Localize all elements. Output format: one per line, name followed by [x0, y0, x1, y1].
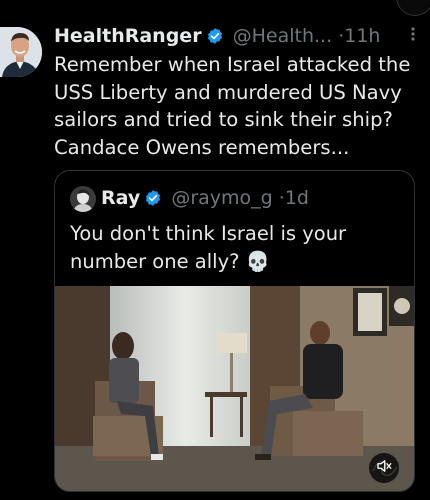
quote-text: You don't think Israel is your number on… — [70, 222, 347, 273]
verified-badge-icon — [144, 188, 162, 214]
verified-badge-icon — [206, 27, 224, 51]
video-player[interactable] — [55, 286, 414, 491]
quote-avatar-photo — [70, 186, 96, 212]
handle[interactable]: @Health... — [233, 25, 333, 47]
avatar-photo — [0, 27, 42, 77]
quote-header: Ray @raymo_g ·1d — [101, 185, 309, 214]
quoted-tweet[interactable]: Ray @raymo_g ·1d You don't think Israel … — [54, 170, 415, 492]
quote-avatar[interactable] — [70, 186, 96, 212]
quote-display-name[interactable]: Ray — [101, 187, 140, 209]
timestamp[interactable]: 11h — [344, 25, 380, 47]
previous-tweet-edge — [0, 0, 430, 16]
avatar[interactable] — [0, 27, 42, 77]
quote-timestamp[interactable]: 1d — [285, 187, 309, 209]
more-vertical-icon[interactable] — [410, 24, 416, 48]
video-thumbnail — [55, 286, 414, 491]
quote-handle[interactable]: @raymo_g — [171, 187, 272, 209]
tweet-header: HealthRanger @Health... ·11h — [54, 24, 420, 48]
speaker-muted-icon — [375, 457, 393, 479]
mute-button[interactable] — [369, 453, 399, 483]
floating-button[interactable] — [396, 0, 430, 16]
tweet-text: Remember when Israel attacked the USS Li… — [54, 53, 411, 159]
display-name[interactable]: HealthRanger — [54, 25, 202, 47]
